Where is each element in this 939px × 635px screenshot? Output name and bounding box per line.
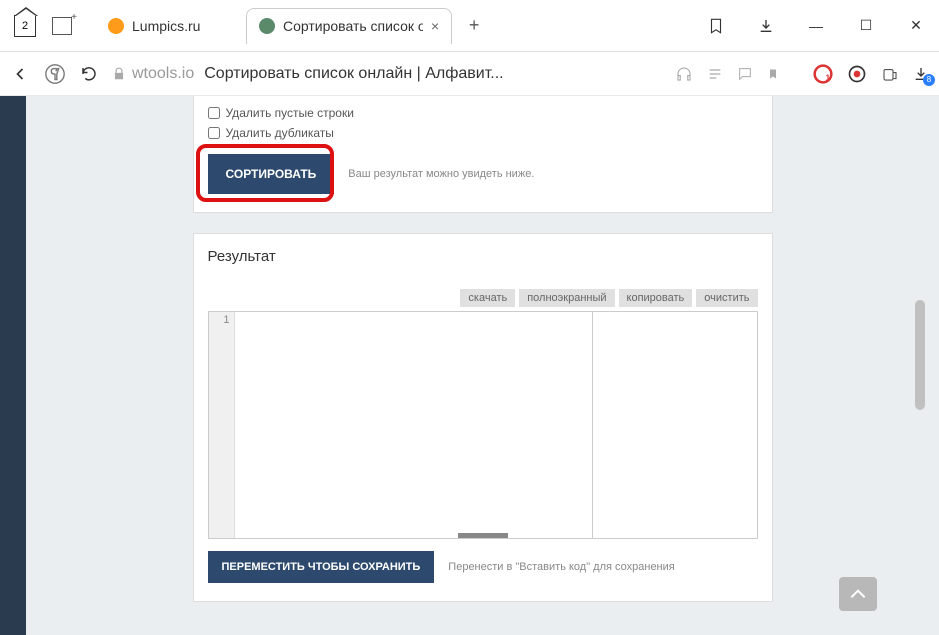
result-card: Результат скачать полноэкранный копирова… <box>193 233 773 602</box>
checkbox-input[interactable] <box>208 107 220 119</box>
options-card: Удалить пустые строки Удалить дубликаты … <box>193 96 773 213</box>
resize-handle[interactable] <box>458 533 508 538</box>
back-button[interactable] <box>10 64 30 84</box>
addressbar: wtools.io Сортировать список онлайн | Ал… <box>0 52 939 96</box>
result-heading: Результат <box>208 248 758 265</box>
opera-ext-icon[interactable]: 1 <box>813 64 833 84</box>
comment-icon[interactable] <box>737 66 753 82</box>
save-button[interactable]: ПЕРЕМЕСТИТЬ ЧТОБЫ СОХРАНИТЬ <box>208 551 435 583</box>
close-icon[interactable]: × <box>423 18 439 34</box>
page-sidebar <box>0 96 26 635</box>
home-icon[interactable]: 2 <box>14 15 36 37</box>
line-gutter: 1 <box>209 312 235 538</box>
favicon-icon <box>108 18 124 34</box>
titlebar: 2 Lumpics.ru Сортировать список он × + —… <box>0 0 939 52</box>
sort-hint: Ваш результат можно увидеть ниже. <box>348 168 534 180</box>
tab-title: Lumpics.ru <box>132 18 200 34</box>
url-box[interactable]: wtools.io Сортировать список онлайн | Ал… <box>112 65 504 83</box>
minimize-button[interactable]: — <box>801 11 831 41</box>
clear-button[interactable]: очистить <box>696 289 757 307</box>
new-window-icon[interactable] <box>52 17 72 35</box>
tab-active[interactable]: Сортировать список он × <box>246 8 452 44</box>
content: Удалить пустые строки Удалить дубликаты … <box>0 96 939 635</box>
svg-text:1: 1 <box>826 72 831 82</box>
bookmark-small-icon[interactable] <box>767 66 779 82</box>
remove-dupes-checkbox[interactable]: Удалить дубликаты <box>208 126 758 140</box>
reader-icon[interactable] <box>707 66 723 82</box>
download-button[interactable]: скачать <box>460 289 515 307</box>
sort-button[interactable]: СОРТИРОВАТЬ <box>208 154 335 194</box>
fullscreen-button[interactable]: полноэкранный <box>519 289 614 307</box>
headphones-icon[interactable] <box>675 65 693 83</box>
editor-body[interactable] <box>235 312 757 538</box>
yandex-icon[interactable] <box>44 63 66 85</box>
circle-ext-icon[interactable] <box>847 64 867 84</box>
scrollbar-thumb[interactable] <box>915 300 925 410</box>
result-toolbar: скачать полноэкранный копировать очистит… <box>208 289 758 307</box>
url-title: Сортировать список онлайн | Алфавит... <box>204 65 503 83</box>
favicon-icon <box>259 18 275 34</box>
save-hint: Перенести в "Вставить код" для сохранени… <box>448 561 674 573</box>
editor-divider <box>592 312 593 538</box>
tab-inactive[interactable]: Lumpics.ru <box>96 8 246 44</box>
checkbox-label: Удалить пустые строки <box>226 106 354 120</box>
bookmark-icon[interactable] <box>701 11 731 41</box>
scroll-top-button[interactable] <box>839 577 877 611</box>
copy-button[interactable]: копировать <box>619 289 693 307</box>
downloads-indicator-icon[interactable]: 8 <box>913 66 929 82</box>
checkbox-input[interactable] <box>208 127 220 139</box>
remove-empty-checkbox[interactable]: Удалить пустые строки <box>208 106 758 120</box>
extensions-icon[interactable] <box>881 65 899 83</box>
tab-title: Сортировать список он <box>283 18 423 34</box>
download-icon[interactable] <box>751 11 781 41</box>
main-area: Удалить пустые строки Удалить дубликаты … <box>26 96 939 635</box>
maximize-button[interactable]: ☐ <box>851 11 881 41</box>
reload-button[interactable] <box>80 65 98 83</box>
url-domain: wtools.io <box>132 65 194 83</box>
add-tab-button[interactable]: + <box>460 12 488 40</box>
close-button[interactable]: ✕ <box>901 11 931 41</box>
result-editor[interactable]: 1 <box>208 311 758 539</box>
lock-icon <box>112 67 126 81</box>
checkbox-label: Удалить дубликаты <box>226 126 334 140</box>
chevron-up-icon <box>850 589 866 599</box>
